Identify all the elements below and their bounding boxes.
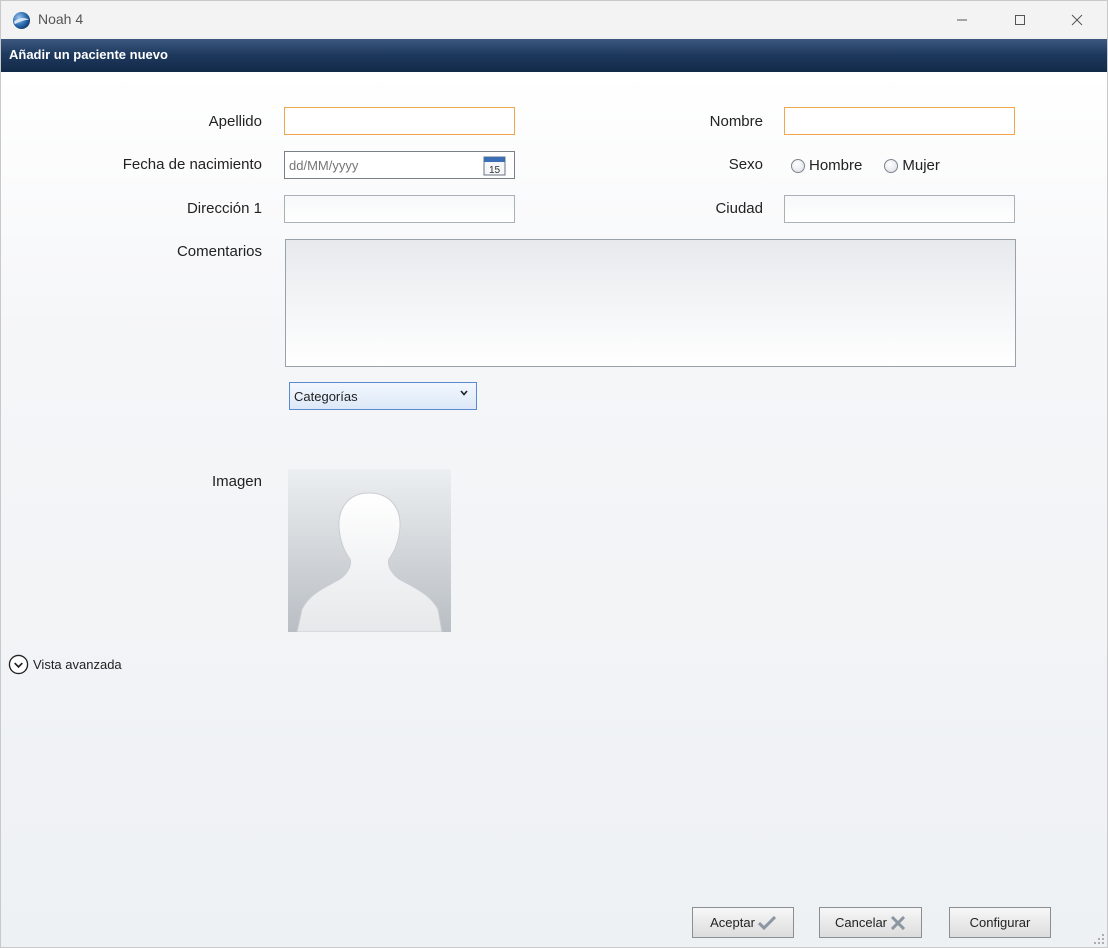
comments-textarea[interactable]	[285, 239, 1016, 367]
birth-date-picker[interactable]: 15	[284, 151, 515, 179]
first-name-input[interactable]	[784, 107, 1015, 135]
dialog-title: Añadir un paciente nuevo	[9, 47, 168, 62]
categories-dropdown[interactable]: Categorías	[289, 382, 477, 410]
birth-date-label: Fecha de nacimiento	[122, 156, 262, 173]
sex-male-radio[interactable]	[791, 158, 805, 173]
chevron-down-icon	[460, 390, 468, 396]
first-name-label: Nombre	[709, 113, 763, 130]
resize-grip-icon[interactable]	[1093, 933, 1105, 945]
close-icon	[1071, 14, 1083, 26]
cancel-button[interactable]: Cancelar	[819, 907, 922, 938]
sex-male-label[interactable]: Hombre	[809, 157, 862, 174]
svg-text:15: 15	[489, 165, 501, 176]
birth-date-input[interactable]	[285, 152, 475, 178]
app-window: Noah 4 Añadir un paciente nuevo Apellido…	[0, 0, 1108, 948]
avatar-placeholder-icon[interactable]	[288, 469, 451, 632]
accept-button[interactable]: Aceptar	[692, 907, 794, 938]
image-label: Imagen	[211, 473, 262, 490]
window-title: Noah 4	[38, 11, 84, 27]
address-input[interactable]	[284, 195, 515, 223]
configure-button[interactable]: Configurar	[949, 907, 1051, 938]
cancel-label: Cancelar	[834, 915, 888, 930]
title-bar[interactable]: Noah 4	[1, 1, 1107, 39]
categories-selected: Categorías	[294, 389, 358, 404]
comments-label: Comentarios	[176, 243, 262, 260]
close-button[interactable]	[1052, 1, 1102, 39]
configure-label: Configurar	[969, 915, 1031, 930]
minimize-icon	[957, 19, 967, 21]
noah-logo-icon	[12, 11, 31, 30]
checkmark-icon	[757, 915, 776, 930]
chevron-down-circle-icon	[8, 654, 29, 675]
last-name-label: Apellido	[208, 113, 262, 130]
sex-radio-group: Hombre Mujer	[791, 157, 962, 174]
address-label: Dirección 1	[186, 200, 262, 217]
cross-icon	[890, 915, 906, 930]
city-label: Ciudad	[715, 200, 763, 217]
minimize-button[interactable]	[937, 1, 987, 39]
advanced-view-label: Vista avanzada	[33, 657, 122, 672]
sex-female-label[interactable]: Mujer	[902, 157, 940, 174]
city-input[interactable]	[784, 195, 1015, 223]
advanced-view-toggle[interactable]: Vista avanzada	[8, 654, 122, 675]
last-name-input[interactable]	[284, 107, 515, 135]
maximize-button[interactable]	[995, 1, 1045, 39]
dialog-header: Añadir un paciente nuevo	[1, 39, 1107, 72]
calendar-icon[interactable]: 15	[483, 156, 506, 176]
sex-label: Sexo	[728, 156, 763, 173]
accept-label: Aceptar	[710, 915, 755, 930]
sex-female-radio[interactable]	[884, 158, 899, 173]
maximize-icon	[1015, 15, 1025, 25]
